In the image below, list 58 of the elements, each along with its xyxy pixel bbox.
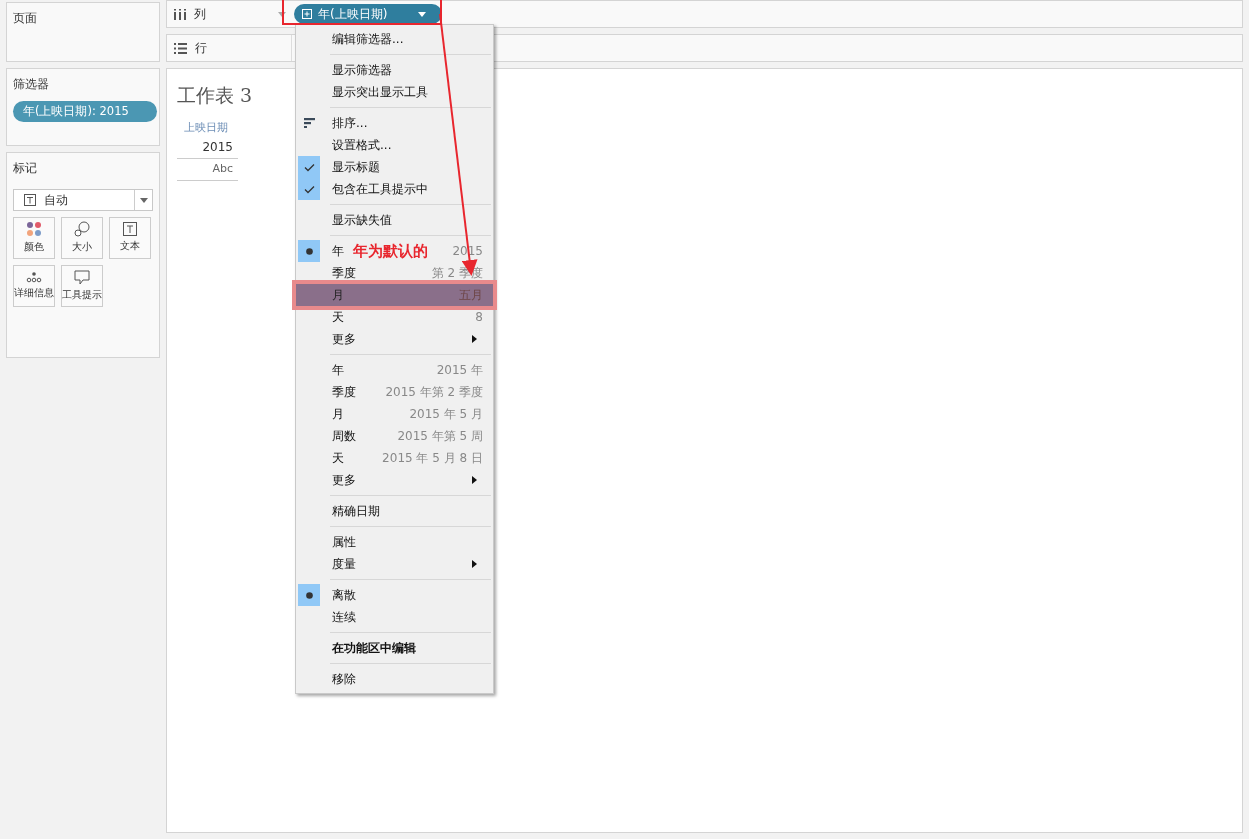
panel-title: 筛选器 xyxy=(13,76,50,93)
submenu-arrow-icon xyxy=(472,335,477,343)
menu-item[interactable]: 显示筛选器 xyxy=(296,59,493,81)
submenu-arrow-icon xyxy=(472,476,477,484)
caret-icon xyxy=(278,11,286,17)
menu-item[interactable]: 包含在工具提示中 xyxy=(296,178,493,200)
tooltip-icon xyxy=(74,269,90,285)
sheet-title: 工作表 3 xyxy=(177,83,253,108)
mark-type-label: 自动 xyxy=(44,192,68,209)
menu-item[interactable]: 周数 2015 年第 5 周 xyxy=(296,425,493,447)
text-icon xyxy=(24,194,36,206)
menu-item[interactable]: 天 2015 年 5 月 8 日 xyxy=(296,447,493,469)
marks-button[interactable]: 颜色 xyxy=(13,217,55,259)
check-icon xyxy=(303,184,315,194)
menu-item[interactable]: 移除 xyxy=(296,668,493,690)
sort-icon xyxy=(303,118,315,128)
menu-item[interactable]: 更多 xyxy=(296,469,493,491)
marks-button[interactable]: 详细信息 xyxy=(13,265,55,307)
caret-icon xyxy=(418,11,426,17)
menu-item[interactable]: 设置格式... xyxy=(296,134,493,156)
menu-item[interactable]: 显示标题 xyxy=(296,156,493,178)
menu-item[interactable]: 月 2015 年 5 月 xyxy=(296,403,493,425)
marks-button[interactable]: 文本 xyxy=(109,217,151,259)
color-icon xyxy=(26,221,42,238)
columns-icon xyxy=(174,8,186,20)
shelf-label: 列 xyxy=(194,6,206,23)
detail-icon xyxy=(26,271,42,284)
marks-button[interactable]: 大小 xyxy=(61,217,103,259)
table-cell: Abc xyxy=(177,159,238,181)
menu-item[interactable]: 年 2015 年 xyxy=(296,359,493,381)
marks-button[interactable]: 工具提示 xyxy=(61,265,103,307)
menu-item[interactable]: 离散 xyxy=(296,584,493,606)
panel-title: 标记 xyxy=(13,160,38,177)
menu-item[interactable]: 连续 xyxy=(296,606,493,628)
table-cell: 2015 xyxy=(177,136,238,159)
menu-item[interactable]: 显示缺失值 xyxy=(296,209,493,231)
shelf-label: 行 xyxy=(195,40,207,57)
menu-item[interactable]: 精确日期 xyxy=(296,500,493,522)
menu-item[interactable]: 度量 xyxy=(296,553,493,575)
panel-title: 页面 xyxy=(13,10,38,27)
check-icon xyxy=(303,162,315,172)
menu-item[interactable]: 天 8 xyxy=(296,306,493,328)
menu-item[interactable]: 排序... xyxy=(296,112,493,134)
menu-item[interactable]: 更多 xyxy=(296,328,493,350)
mark-type-dropdown[interactable]: 自动 xyxy=(13,189,153,211)
menu-item[interactable]: 季度 2015 年第 2 季度 xyxy=(296,381,493,403)
radio-dot-icon xyxy=(305,591,313,599)
field-pill[interactable]: 年(上映日期) xyxy=(294,4,442,24)
expand-icon xyxy=(302,9,312,19)
submenu-arrow-icon xyxy=(472,560,477,568)
radio-dot-icon xyxy=(305,247,313,255)
menu-item[interactable]: 属性 xyxy=(296,531,493,553)
annotation-text: 年为默认的 xyxy=(353,241,428,262)
text-icon xyxy=(123,222,137,237)
column-header: 上映日期 xyxy=(183,119,229,136)
menu-item[interactable]: 在功能区中编辑 xyxy=(296,637,493,659)
menu-item[interactable]: 显示突出显示工具 xyxy=(296,81,493,103)
size-icon xyxy=(74,221,90,238)
